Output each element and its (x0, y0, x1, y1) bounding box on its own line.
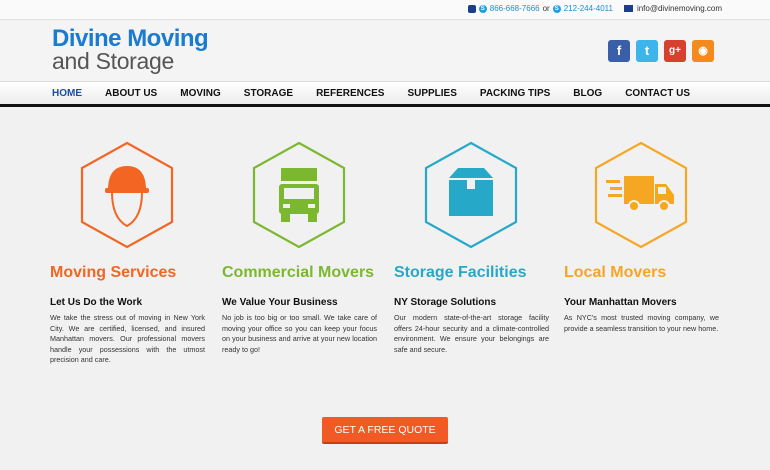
service-text: As NYC's most trusted moving company, we… (564, 313, 719, 333)
nav-item-packing-tips[interactable]: PACKING TIPS (480, 88, 550, 99)
service-text: Our modern state-of-the-art storage faci… (394, 313, 549, 354)
rss-icon[interactable]: ◉ (692, 40, 714, 62)
service-subtitle: NY Storage Solutions (394, 297, 497, 308)
or-separator: or (542, 4, 550, 13)
google-plus-icon[interactable]: g+ (664, 40, 686, 62)
service-subtitle: We Value Your Business (222, 297, 338, 308)
service-text: We take the stress out of moving in New … (50, 313, 205, 364)
phone-number-2[interactable]: 212-244-4011 (564, 4, 613, 13)
site-logo[interactable]: Divine Moving and Storage (52, 25, 209, 74)
site-header: Divine Moving and Storage f t g+ ◉ (0, 21, 770, 81)
nav-item-about-us[interactable]: ABOUT US (105, 88, 157, 99)
nav-item-blog[interactable]: BLOG (573, 88, 602, 99)
skype-icon: S (552, 4, 561, 13)
truck-front-icon[interactable] (250, 140, 348, 250)
phone-icon (467, 4, 476, 13)
storage-box-icon[interactable] (422, 140, 520, 250)
nav-item-supplies[interactable]: SUPPLIES (407, 88, 456, 99)
nav-item-home[interactable]: HOME (52, 88, 82, 99)
phone-number-1[interactable]: 866-668-7666 (490, 4, 540, 13)
mover-hardhat-icon[interactable] (78, 140, 176, 250)
email-link[interactable]: info@divinemoving.com (637, 4, 722, 13)
service-title: Local Movers (564, 264, 667, 281)
services-section: Moving Services Let Us Do the Work We ta… (50, 140, 720, 390)
twitter-icon[interactable]: t (636, 40, 658, 62)
top-contact-bar: S 866-668-7666 or S 212-244-4011 info@di… (0, 0, 770, 20)
service-title: Moving Services (50, 264, 177, 281)
moving-truck-icon[interactable] (592, 140, 690, 250)
free-quote-button[interactable]: GET A FREE QUOTE (322, 417, 448, 444)
main-nav: HOME ABOUT US MOVING STORAGE REFERENCES … (0, 81, 770, 107)
service-text: No job is too big or too small. We take … (222, 313, 377, 354)
social-links: f t g+ ◉ (608, 40, 714, 62)
mail-icon (623, 5, 633, 12)
nav-item-contact-us[interactable]: CONTACT US (625, 88, 690, 99)
service-subtitle: Let Us Do the Work (50, 297, 143, 308)
contact-info: S 866-668-7666 or S 212-244-4011 info@di… (467, 4, 722, 13)
nav-item-references[interactable]: REFERENCES (316, 88, 384, 99)
nav-item-storage[interactable]: STORAGE (244, 88, 293, 99)
nav-item-moving[interactable]: MOVING (180, 88, 221, 99)
service-subtitle: Your Manhattan Movers (564, 297, 677, 308)
facebook-icon[interactable]: f (608, 40, 630, 62)
service-title: Storage Facilities (394, 264, 527, 281)
logo-line-1: Divine Moving (52, 25, 209, 52)
service-title: Commercial Movers (222, 264, 375, 281)
skype-icon: S (478, 4, 487, 13)
logo-line-2: and Storage (52, 48, 175, 74)
